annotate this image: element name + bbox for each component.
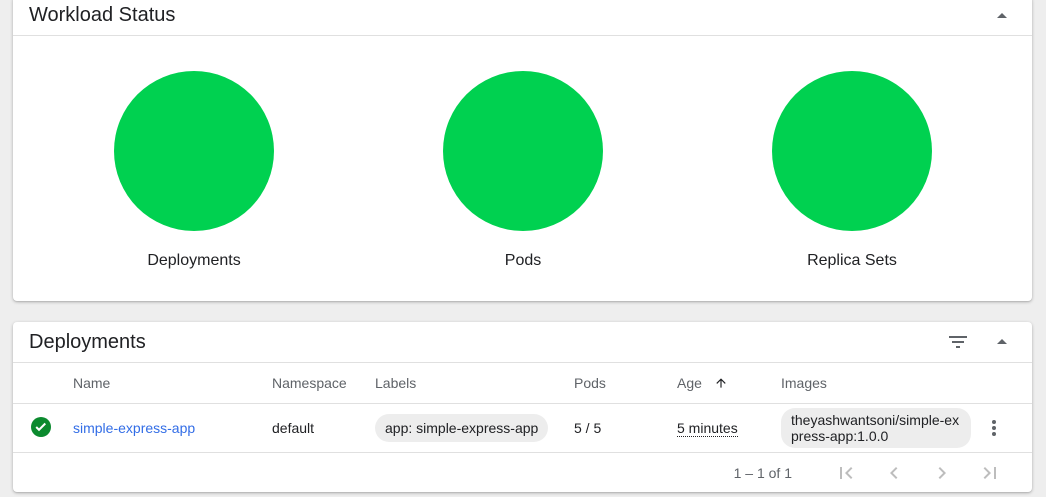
paginator: 1 – 1 of 1 [13,453,1032,492]
age-value: 5 minutes [677,420,738,437]
last-page-button[interactable] [966,453,1014,492]
collapse-deployments-button[interactable] [990,330,1014,354]
deployments-table: Name Namespace Labels Pods Age Images si… [13,363,1032,453]
pods-status-chart [443,71,603,231]
namespace-cell: default [272,403,375,453]
collapse-workload-button[interactable] [990,4,1014,28]
next-page-button[interactable] [918,453,966,492]
replica-sets-status[interactable]: Replica Sets [752,71,952,270]
name-cell: simple-express-app [73,403,272,453]
more-vert-icon [992,420,996,436]
first-page-icon [840,467,853,479]
previous-page-button[interactable] [870,453,918,492]
arrow-up-icon [997,339,1007,344]
filter-button[interactable] [946,330,970,354]
pods-status[interactable]: Pods [423,71,623,270]
replica-sets-status-label: Replica Sets [807,252,897,269]
labels-column-header: Labels [375,363,574,404]
status-column-header [13,363,73,404]
workload-status-header: Workload Status [13,0,1032,36]
deployments-status[interactable]: Deployments [94,71,294,270]
actions-column-header [982,363,1032,404]
workload-status-card: Workload Status Deployments Pods Replica… [13,0,1032,301]
table-row: simple-express-app default app: simple-e… [13,403,1032,453]
deployments-title: Deployments [29,330,146,353]
deployments-card: Deployments Name Namespace Labels Pods A… [13,322,1032,492]
arrow-up-icon [997,12,1007,18]
labels-cell: app: simple-express-app [375,403,574,453]
deployments-status-label: Deployments [147,252,241,269]
chevron-right-icon [938,467,946,479]
pods-status-label: Pods [504,252,542,269]
row-menu-button[interactable] [982,416,1006,440]
check-circle-icon [31,416,51,437]
age-column-label: Age [677,375,702,391]
status-cell [13,403,73,453]
images-column-header: Images [781,363,982,404]
deployments-status-chart [114,71,274,231]
last-page-icon [983,467,996,479]
label-chip: app: simple-express-app [375,414,549,442]
arrow-upward-icon [716,378,726,388]
actions-cell [982,403,1032,453]
replica-sets-status-chart [772,71,932,231]
workload-status-charts: Deployments Pods Replica Sets [13,36,1032,301]
age-cell: 5 minutes [677,403,781,453]
deployment-name-link[interactable]: simple-express-app [73,420,195,436]
age-column-header[interactable]: Age [677,363,781,404]
image-chip: theyashwantsoni/simple-express-app:1.0.0 [781,408,971,448]
pods-column-header: Pods [574,363,677,404]
first-page-button[interactable] [822,453,870,492]
workload-status-title: Workload Status [29,4,176,26]
paginator-range: 1 – 1 of 1 [733,465,792,481]
pods-cell: 5 / 5 [574,403,677,453]
chevron-left-icon [890,467,898,479]
namespace-column-header[interactable]: Namespace [272,363,375,404]
table-header-row: Name Namespace Labels Pods Age Images [13,363,1032,404]
name-column-header[interactable]: Name [73,363,272,404]
images-cell: theyashwantsoni/simple-express-app:1.0.0 [781,403,982,453]
deployments-header: Deployments [13,322,1032,363]
filter-icon [949,336,967,348]
